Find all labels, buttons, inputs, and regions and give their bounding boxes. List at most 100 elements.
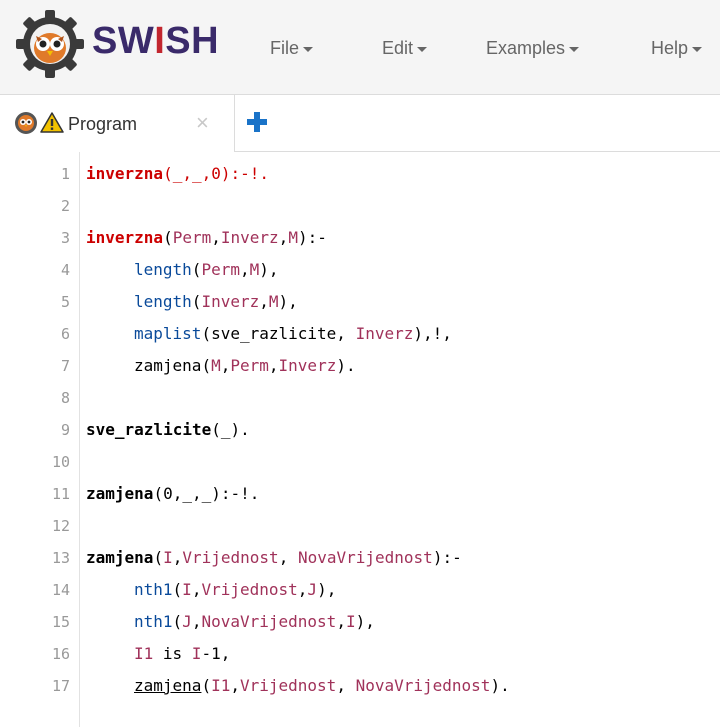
line-number: 12 (51, 517, 70, 535)
code-token: Vrijednost (182, 548, 279, 567)
code-token: M (268, 292, 279, 311)
code-token: ). (336, 356, 356, 375)
code-line: 14 nth1(I,Vrijednost,J), (0, 576, 720, 604)
code-text: maplist(sve_razlicite, Inverz),!, (134, 320, 452, 348)
code-token: Perm (172, 228, 212, 247)
code-token: J (307, 580, 318, 599)
code-token: NovaVrijednost (201, 612, 337, 631)
code-token: ( (201, 356, 212, 375)
code-token: (_,_,0):-!. (163, 164, 270, 183)
code-token: zamjena (134, 356, 202, 375)
code-token: I (191, 644, 202, 663)
code-token: ):- (297, 228, 327, 247)
code-line: 13 zamjena(I,Vrijednost, NovaVrijednost)… (0, 544, 720, 572)
code-line: 16 I1 is I-1, (0, 640, 720, 668)
tab-bar: Program × (0, 95, 720, 152)
code-token: Inverz (355, 324, 414, 343)
code-line: 10 (0, 448, 720, 476)
menu-edit[interactable]: Edit (382, 38, 428, 59)
code-token: I (345, 612, 356, 631)
line-number: 1 (60, 165, 70, 183)
code-text: inverzna(_,_,0):-!. (86, 160, 269, 188)
line-number: 6 (60, 325, 70, 343)
code-text: zamjena(I,Vrijednost, NovaVrijednost):- (86, 544, 462, 572)
code-token: length (134, 260, 192, 279)
menu-help[interactable]: Help (651, 38, 703, 59)
code-token: sve_razlicite (86, 420, 212, 439)
brand-title[interactable]: SWISH (92, 20, 219, 63)
code-token: , (278, 228, 289, 247)
line-number: 4 (60, 261, 70, 279)
menu-examples-label: Examples (486, 38, 566, 58)
code-editor[interactable]: 1 inverzna(_,_,0):-!. 2 3 inverzna(Perm,… (0, 152, 720, 727)
code-token: , (239, 260, 250, 279)
code-token: ( (153, 548, 164, 567)
code-line: 8 (0, 384, 720, 412)
code-token: Perm (201, 260, 240, 279)
code-token: -1, (201, 644, 231, 663)
code-token: Inverz (220, 228, 279, 247)
line-number: 17 (51, 677, 70, 695)
code-token: length (134, 292, 192, 311)
line-number: 7 (60, 357, 70, 375)
code-token: is (153, 644, 192, 663)
tab-program[interactable]: Program × (0, 95, 235, 152)
code-token: , (336, 612, 346, 631)
code-line: 7 zamjena(M,Perm,Inverz). (0, 352, 720, 380)
line-number: 9 (60, 421, 70, 439)
code-line: 4 length(Perm,M), (0, 256, 720, 284)
code-token: maplist (134, 324, 202, 343)
line-number: 3 (60, 229, 70, 247)
code-text: length(Perm,M), (134, 256, 279, 284)
code-token: inverzna (86, 228, 164, 247)
code-token: M (211, 356, 221, 375)
warning-icon (40, 111, 64, 135)
code-line: 3 inverzna(Perm,Inverz,M):- (0, 224, 720, 252)
code-token: inverzna (86, 164, 164, 183)
code-token: zamjena (134, 676, 202, 695)
code-line: 9 sve_razlicite(_). (0, 416, 720, 444)
menu-file[interactable]: File (270, 38, 314, 59)
menu-examples[interactable]: Examples (486, 38, 580, 59)
code-token: (sve_razlicite, (201, 324, 356, 343)
code-token: Inverz (278, 356, 337, 375)
code-token: M (249, 260, 260, 279)
code-token: Vrijednost (201, 580, 298, 599)
code-text: inverzna(Perm,Inverz,M):- (86, 224, 327, 252)
line-number: 16 (51, 645, 70, 663)
caret-down-icon (692, 46, 703, 52)
line-number: 2 (60, 197, 70, 215)
code-token: , (336, 676, 356, 695)
line-number: 14 (51, 581, 70, 599)
code-token: nth1 (134, 612, 173, 631)
code-token: I1 (134, 644, 154, 663)
close-icon[interactable]: × (196, 110, 209, 136)
line-number: 15 (51, 613, 70, 631)
code-token: ( (172, 612, 183, 631)
code-line: 17 zamjena(I1,Vrijednost, NovaVrijednost… (0, 672, 720, 700)
code-text: zamjena(M,Perm,Inverz). (134, 352, 356, 380)
swish-logo-icon[interactable] (14, 8, 86, 80)
code-token: , (191, 612, 202, 631)
code-token: M (288, 228, 298, 247)
code-text: zamjena(I1,Vrijednost, NovaVrijednost). (134, 672, 510, 700)
code-token: Perm (230, 356, 269, 375)
code-token: , (259, 292, 269, 311)
code-text: zamjena(0,_,_):-!. (86, 480, 259, 508)
code-token: ( (191, 260, 202, 279)
code-token: , (278, 548, 298, 567)
code-token: zamjena (86, 548, 154, 567)
code-line: 15 nth1(J,NovaVrijednost,I), (0, 608, 720, 636)
plus-icon[interactable] (244, 109, 270, 135)
code-token: I1 (211, 676, 231, 695)
code-text: I1 is I-1, (134, 640, 230, 668)
code-token: , (230, 676, 240, 695)
code-token: ), (355, 612, 375, 631)
code-token: ( (201, 676, 212, 695)
line-number: 10 (51, 453, 70, 471)
code-token: (0,_,_):-!. (153, 484, 260, 503)
code-token: , (191, 580, 202, 599)
code-line: 6 maplist(sve_razlicite, Inverz),!, (0, 320, 720, 348)
code-token: ), (259, 260, 279, 279)
code-token: ), (278, 292, 298, 311)
